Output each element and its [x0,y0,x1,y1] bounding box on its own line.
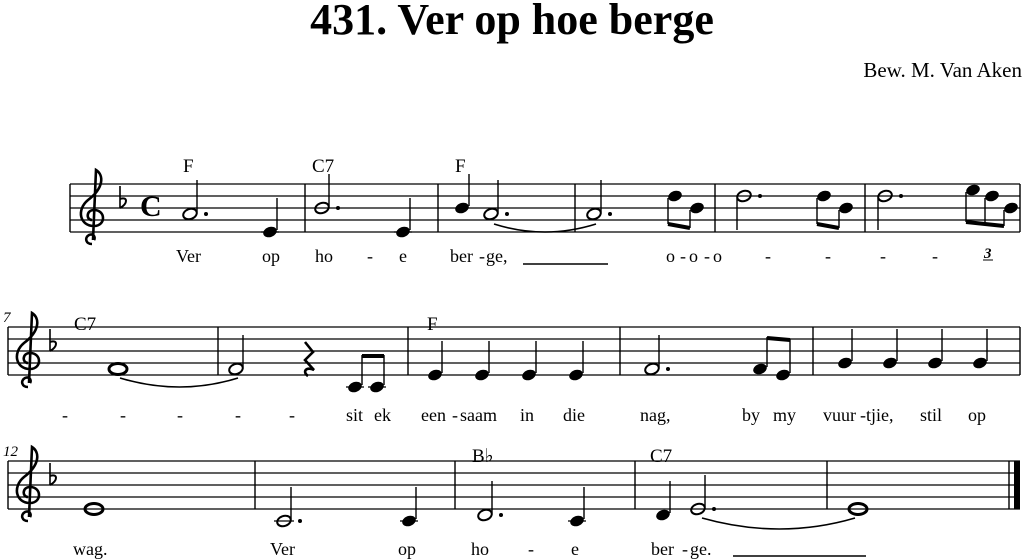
svg-text:-: - [120,405,126,425]
svg-text:o: o [713,246,722,266]
svg-text:-: - [682,539,688,559]
staff-system-2: 7 C7 F - - - - - sit ek een - saam in di… [3,310,1021,425]
svg-text:o: o [689,246,698,266]
svg-text:ek: ek [374,405,391,425]
note-half [228,335,244,376]
treble-clef-icon [79,167,105,246]
svg-text:op: op [398,539,416,559]
svg-text:in: in [520,405,534,425]
svg-text:by: by [742,405,760,425]
tie [701,517,856,530]
svg-text:ber: ber [651,539,674,559]
staff-system-3: 12 B♭ C7 wag. Ver op ho - e ber - ge. [3,444,1020,559]
svg-text:sit: sit [346,405,363,425]
note-quarter [838,329,988,369]
svg-text:wag.: wag. [73,539,108,559]
svg-text:-: - [367,246,373,266]
svg-text:-: - [452,405,458,425]
final-barline [1014,461,1020,509]
svg-text:ber: ber [450,246,473,266]
tie [119,377,239,388]
svg-text:-: - [680,246,686,266]
svg-text:-: - [704,246,710,266]
note-quarter [394,198,412,238]
svg-text:-: - [825,246,831,266]
chord-symbol: C7 [74,314,96,335]
note-half-dotted [586,180,612,221]
svg-text:o: o [666,246,675,266]
treble-clef-icon [15,310,41,389]
svg-text:-: - [479,246,485,266]
svg-text:-: - [528,539,534,559]
svg-text:-: - [932,246,938,266]
svg-text:-: - [235,405,241,425]
lyrics-line-3: wag. Ver op ho - e ber - ge. [73,539,866,559]
note-half-dotted [877,189,903,230]
svg-text:e: e [571,539,579,559]
svg-text:tjie,: tjie, [866,405,894,425]
chord-symbol: C7 [650,446,672,467]
quarter-rest-icon [303,341,315,378]
svg-text:e: e [399,246,407,266]
svg-text:-: - [289,405,295,425]
lyrics-line-2: - - - - - sit ek een - saam in die nag, … [62,405,986,425]
measure-number: 7 [3,310,12,326]
music-score: C F C7 F 3 Ver op ho - e ber - ge, o - o… [3,156,1021,559]
note-half-dotted [736,189,762,230]
svg-text:ge.: ge. [690,539,712,559]
svg-text:die: die [563,405,585,425]
time-signature: C [140,190,162,223]
svg-text:-: - [62,405,68,425]
svg-text:Ver: Ver [270,539,295,559]
note-half-dotted [644,335,670,376]
note-half-dotted [483,180,509,221]
flat-icon [49,463,57,486]
flat-icon [119,186,127,209]
lyrics-line-1: Ver op ho - e ber - ge, o - o - o - - - … [176,246,938,266]
note-quarter [428,341,584,381]
svg-text:een: een [421,405,446,425]
chord-symbol: F [455,156,466,177]
chord-symbol: C7 [312,156,334,177]
svg-text:ge,: ge, [486,246,508,266]
svg-text:-: - [177,405,183,425]
svg-text:saam: saam [460,405,497,425]
note-quarter [455,174,470,214]
svg-text:-: - [880,246,886,266]
measure-number: 12 [3,444,19,460]
chord-symbol: F [183,156,194,177]
note-half-dotted [274,487,302,528]
svg-text:op: op [968,405,986,425]
note-whole [107,362,129,376]
svg-text:my: my [773,405,796,425]
svg-text:vuur: vuur [823,405,856,425]
svg-text:Ver: Ver [176,246,201,266]
note-quarter [400,487,418,527]
svg-text:-: - [765,246,771,266]
chord-symbol: B♭ [472,446,494,467]
note-half-dotted [477,481,503,522]
note-quarter [568,487,586,527]
svg-text:ho: ho [315,246,333,266]
treble-clef-icon [15,444,41,523]
note-half-dotted [690,475,716,516]
flat-icon [49,329,57,352]
staff-system-1: C F C7 F 3 Ver op ho - e ber - ge, o - o… [69,156,1021,266]
note-quarter [656,481,671,521]
svg-text:stil: stil [920,405,942,425]
note-half-dotted [182,180,208,221]
note-half-dotted [314,174,340,215]
tie [493,223,597,233]
svg-text:op: op [262,246,280,266]
note-quarter [261,198,279,238]
svg-text:nag,: nag, [640,405,671,425]
chord-symbol: F [427,314,438,335]
svg-text:ho: ho [471,539,489,559]
